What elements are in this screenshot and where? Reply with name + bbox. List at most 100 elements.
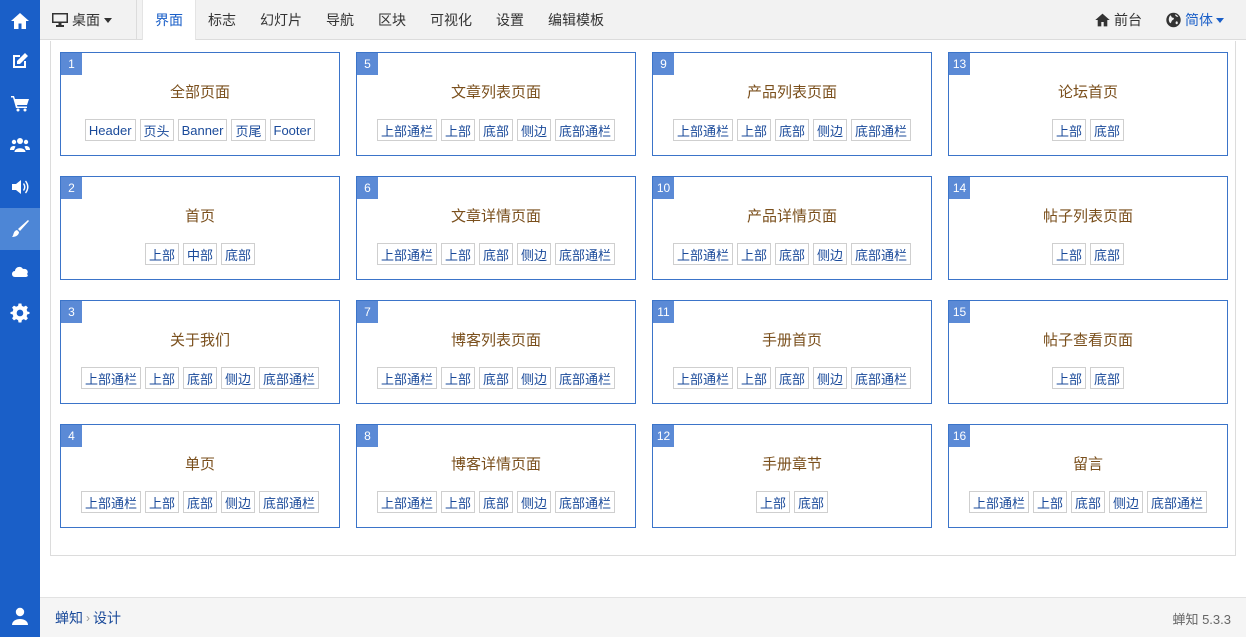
card-title: 产品列表页面: [746, 84, 837, 101]
region-link[interactable]: Header: [84, 119, 136, 141]
region-link[interactable]: 侧边: [813, 243, 848, 265]
rail-home[interactable]: [0, 0, 40, 42]
region-link[interactable]: 底部: [1070, 491, 1105, 513]
tab-4[interactable]: 区块: [366, 0, 418, 40]
region-link[interactable]: 上部通栏: [672, 243, 733, 265]
region-link[interactable]: 侧边: [517, 243, 552, 265]
region-link[interactable]: 底部: [478, 367, 513, 389]
region-link[interactable]: 侧边: [517, 119, 552, 141]
region-link[interactable]: 底部: [182, 491, 217, 513]
region-link[interactable]: 底部: [774, 119, 809, 141]
region-link[interactable]: 上部: [1051, 243, 1086, 265]
region-link[interactable]: 上部通栏: [968, 491, 1029, 513]
region-link[interactable]: 侧边: [813, 367, 848, 389]
region-link[interactable]: 侧边: [221, 367, 256, 389]
region-link[interactable]: 侧边: [221, 491, 256, 513]
region-link[interactable]: 底部通栏: [259, 491, 320, 513]
region-link[interactable]: 底部: [1090, 367, 1125, 389]
region-link[interactable]: 底部: [221, 243, 256, 265]
tab-7[interactable]: 编辑模板: [536, 0, 616, 40]
card-title: 手册首页: [761, 332, 822, 349]
region-link[interactable]: 底部: [774, 367, 809, 389]
region-link[interactable]: 底部: [478, 243, 513, 265]
region-link[interactable]: 上部: [755, 491, 790, 513]
region-link[interactable]: 上部: [1032, 491, 1067, 513]
breadcrumb-home[interactable]: 蝉知: [55, 608, 83, 628]
region-link[interactable]: 上部通栏: [376, 491, 437, 513]
region-link[interactable]: 上部通栏: [376, 119, 437, 141]
region-link[interactable]: 底部: [1090, 243, 1125, 265]
tab-2[interactable]: 幻灯片: [248, 0, 314, 40]
users-icon: [10, 138, 30, 152]
region-link[interactable]: 上部: [736, 119, 771, 141]
chevron-right-icon: ›: [86, 611, 90, 625]
breadcrumb-current[interactable]: 设计: [93, 608, 121, 628]
region-link[interactable]: 页头: [139, 119, 174, 141]
region-list: 上部通栏 上部 底部 侧边 底部通栏: [357, 491, 635, 513]
region-link[interactable]: 上部: [1051, 367, 1086, 389]
region-link[interactable]: 侧边: [517, 491, 552, 513]
page-card: 2 首页 上部 中部 底部: [60, 176, 340, 280]
region-link[interactable]: 上部通栏: [672, 119, 733, 141]
region-link[interactable]: 上部: [736, 367, 771, 389]
region-link[interactable]: 上部通栏: [80, 367, 141, 389]
region-link[interactable]: 底部通栏: [1147, 491, 1208, 513]
region-link[interactable]: 页尾: [231, 119, 266, 141]
region-link[interactable]: 上部: [144, 491, 179, 513]
region-link[interactable]: Banner: [177, 119, 228, 141]
rail-content[interactable]: [0, 40, 40, 82]
region-link[interactable]: 上部: [144, 243, 179, 265]
region-link[interactable]: 上部: [440, 243, 475, 265]
region-link[interactable]: 上部: [440, 119, 475, 141]
region-link[interactable]: 底部: [774, 243, 809, 265]
tab-1[interactable]: 标志: [196, 0, 248, 40]
breadcrumb: 蝉知 › 设计: [55, 598, 121, 637]
region-link[interactable]: 上部: [736, 243, 771, 265]
region-link[interactable]: 上部: [440, 491, 475, 513]
region-list: 上部通栏 上部 底部 侧边 底部通栏: [357, 367, 635, 389]
region-link[interactable]: 上部通栏: [672, 367, 733, 389]
region-link[interactable]: 上部通栏: [376, 243, 437, 265]
region-link[interactable]: 侧边: [517, 367, 552, 389]
region-link[interactable]: 底部: [478, 119, 513, 141]
region-link[interactable]: 上部通栏: [376, 367, 437, 389]
region-link[interactable]: 底部通栏: [851, 119, 912, 141]
card-number-badge: 10: [653, 177, 674, 199]
language-switcher[interactable]: 简体: [1165, 10, 1224, 30]
region-link[interactable]: 上部: [144, 367, 179, 389]
rail-users[interactable]: [0, 124, 40, 166]
frontend-link[interactable]: 前台: [1094, 10, 1142, 30]
rail-shop[interactable]: [0, 82, 40, 124]
rail-account[interactable]: [0, 595, 40, 637]
tab-5[interactable]: 可视化: [418, 0, 484, 40]
region-link[interactable]: 底部: [478, 491, 513, 513]
rail-cloud[interactable]: [0, 250, 40, 292]
region-link[interactable]: 底部通栏: [851, 243, 912, 265]
tab-0[interactable]: 界面: [142, 0, 196, 40]
region-link[interactable]: 上部: [440, 367, 475, 389]
region-link[interactable]: 底部通栏: [851, 367, 912, 389]
page-card: 1 全部页面 Header 页头 Banner 页尾 Footer: [60, 52, 340, 156]
rail-promote[interactable]: [0, 166, 40, 208]
device-switcher[interactable]: 桌面: [52, 0, 112, 40]
tab-6[interactable]: 设置: [484, 0, 536, 40]
card-number-badge: 9: [653, 53, 674, 75]
region-link[interactable]: 底部: [794, 491, 829, 513]
tab-3[interactable]: 导航: [314, 0, 366, 40]
region-link[interactable]: 底部通栏: [555, 119, 616, 141]
card-title: 手册章节: [761, 456, 822, 473]
region-link[interactable]: 底部: [1090, 119, 1125, 141]
region-link[interactable]: 上部: [1051, 119, 1086, 141]
region-link[interactable]: 底部通栏: [555, 367, 616, 389]
region-link[interactable]: 上部通栏: [80, 491, 141, 513]
region-link[interactable]: 底部通栏: [555, 491, 616, 513]
region-link[interactable]: 侧边: [1109, 491, 1144, 513]
rail-settings[interactable]: [0, 292, 40, 334]
rail-design[interactable]: [0, 208, 40, 250]
region-link[interactable]: 侧边: [813, 119, 848, 141]
region-link[interactable]: Footer: [269, 119, 316, 141]
region-link[interactable]: 底部通栏: [555, 243, 616, 265]
region-link[interactable]: 底部通栏: [259, 367, 320, 389]
region-link[interactable]: 底部: [182, 367, 217, 389]
region-link[interactable]: 中部: [182, 243, 217, 265]
